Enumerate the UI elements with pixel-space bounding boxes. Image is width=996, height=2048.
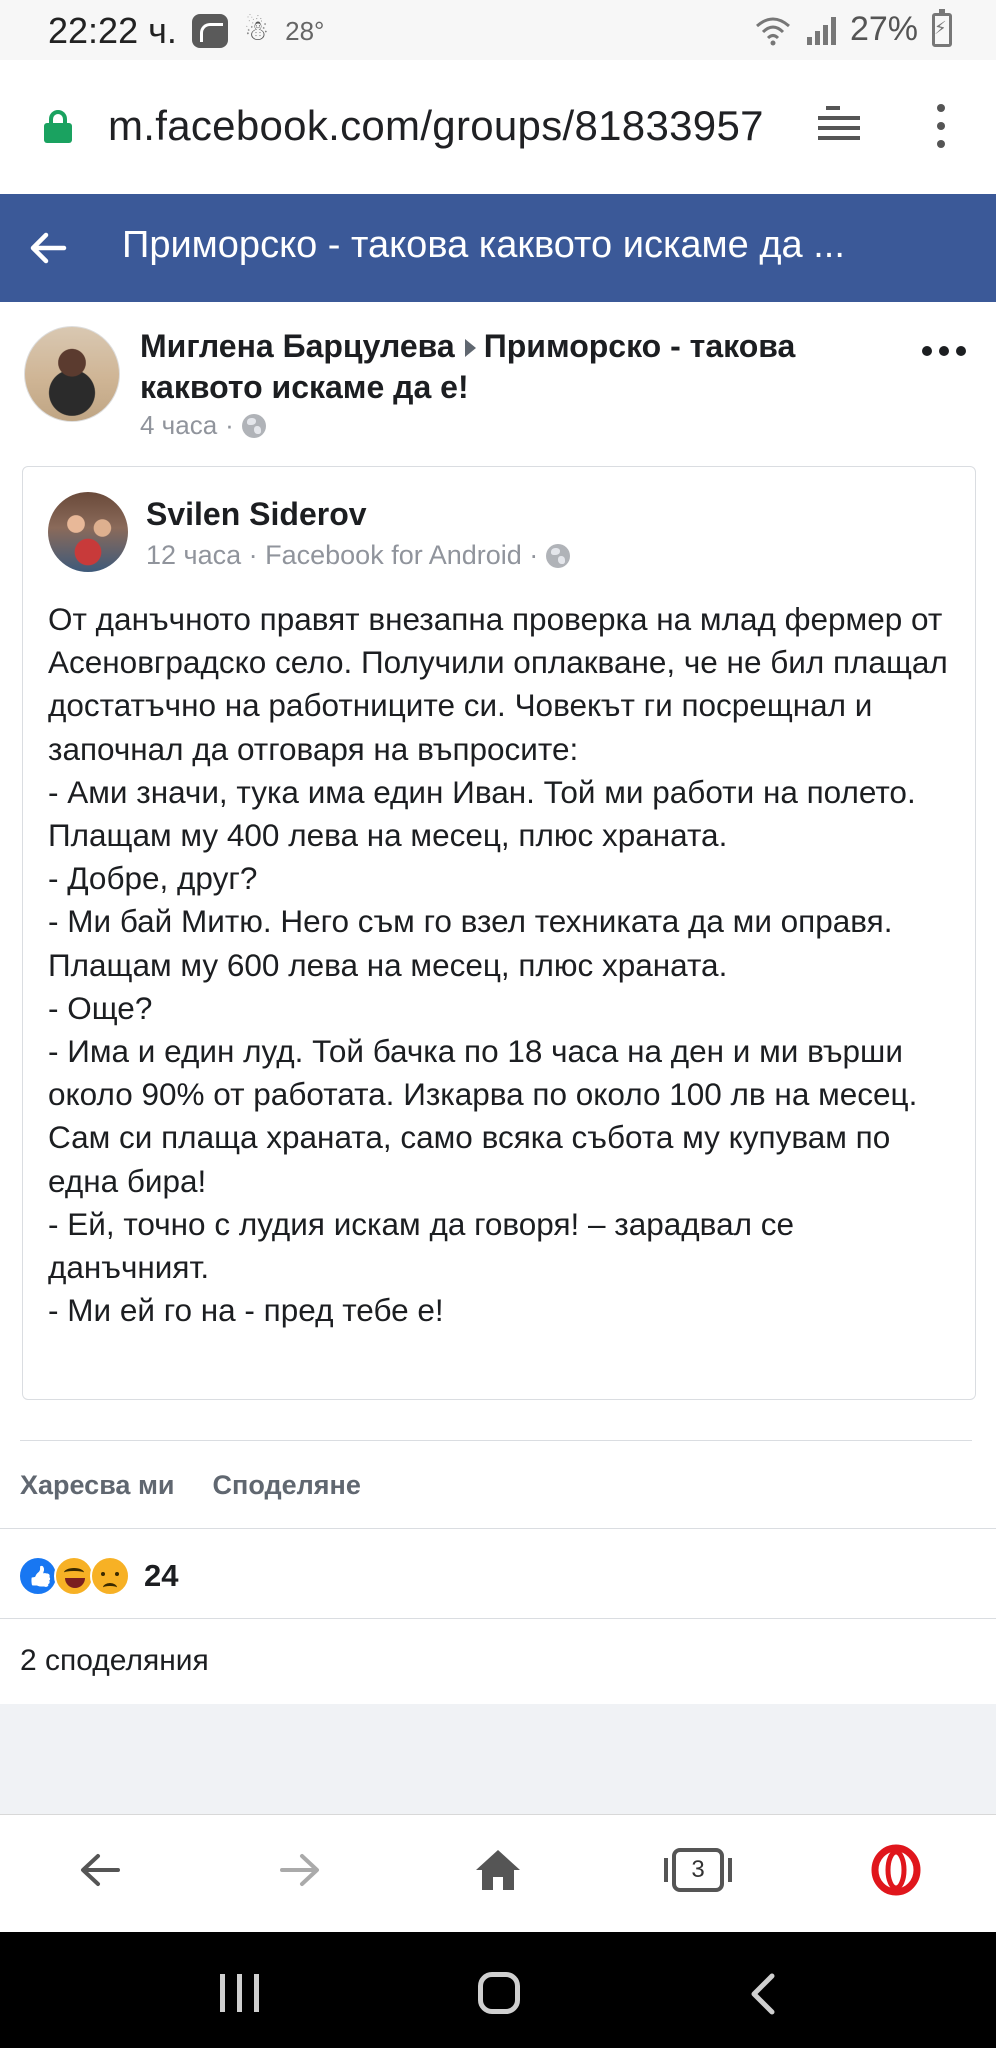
divider <box>0 1528 996 1529</box>
tabs-icon: 3 <box>664 1848 732 1892</box>
arrow-left-icon <box>81 1854 120 1886</box>
group-header: Приморско - такова каквото искаме да ... <box>0 194 996 302</box>
app-notification-icon <box>192 14 228 48</box>
browser-home-button[interactable] <box>458 1835 538 1905</box>
share-button[interactable]: Споделяне <box>213 1470 361 1501</box>
browser-forward-button[interactable] <box>260 1835 340 1905</box>
browser-menu-icon[interactable] <box>936 104 946 148</box>
recents-icon[interactable] <box>220 1974 262 2012</box>
like-icon <box>18 1556 58 1596</box>
reader-mode-icon[interactable] <box>818 104 860 144</box>
tab-count: 3 <box>691 1856 705 1883</box>
reactions-summary[interactable]: 24 <box>18 1556 178 1596</box>
weather-icon: ☃ <box>244 15 270 46</box>
browser-url-bar: m.facebook.com/groups/81833957 <box>0 60 996 194</box>
status-temperature: 28° <box>285 16 325 46</box>
shared-author-avatar[interactable] <box>48 492 128 572</box>
haha-icon <box>54 1556 94 1596</box>
author-avatar[interactable] <box>24 326 120 422</box>
meta-separator: · <box>225 410 234 440</box>
shared-author-name[interactable]: Svilen Siderov <box>146 496 367 533</box>
author-name[interactable]: Миглена Барцулева <box>140 328 455 364</box>
shares-count[interactable]: 2 споделяния <box>20 1644 209 1678</box>
url-field[interactable]: m.facebook.com/groups/81833957 <box>108 102 764 150</box>
battery-icon <box>932 8 952 47</box>
android-navigation-bar <box>0 1932 996 2048</box>
opera-menu-button[interactable] <box>856 1835 936 1905</box>
post-meta: 4 часа · <box>140 410 266 441</box>
android-back-icon[interactable] <box>744 1972 784 2016</box>
browser-back-button[interactable] <box>60 1835 140 1905</box>
opera-logo-icon <box>871 1844 921 1896</box>
browser-toolbar: 3 <box>0 1814 996 1932</box>
like-button[interactable]: Харесва ми <box>20 1470 175 1501</box>
globe-icon <box>241 413 266 438</box>
globe-icon <box>546 543 571 568</box>
caret-right-icon <box>464 338 476 357</box>
status-time: 22:22 ч. <box>48 10 177 51</box>
status-right-icons: 27% <box>753 8 952 49</box>
header-title: Приморско - такова каквото искаме да ... <box>122 224 845 266</box>
signal-icon <box>806 15 836 45</box>
back-arrow-icon[interactable] <box>28 228 68 268</box>
shared-post-text: От данъчното правят внезапна проверка на… <box>48 601 948 1329</box>
status-left-icons: ☃ 28° <box>192 14 324 48</box>
post-author-line: Миглена Барцулева Приморско - такова какв… <box>140 326 900 408</box>
divider <box>20 1440 972 1441</box>
android-home-icon[interactable] <box>478 1972 520 2014</box>
page-background <box>0 1704 996 1814</box>
status-bar: 22:22 ч. ☃ 28° 27% <box>0 0 996 60</box>
shared-meta-text: 12 часа · Facebook for Android · <box>146 540 539 570</box>
lock-icon[interactable] <box>44 110 72 143</box>
post-time[interactable]: 4 часа <box>140 410 217 441</box>
reaction-count: 24 <box>144 1558 179 1593</box>
shared-post-meta: 12 часа · Facebook for Android · <box>146 540 571 571</box>
home-icon <box>476 1850 520 1890</box>
wifi-icon <box>755 17 790 45</box>
sad-icon <box>90 1556 130 1596</box>
more-options-icon[interactable] <box>922 346 966 358</box>
battery-percent: 27% <box>849 10 918 48</box>
arrow-right-icon <box>280 1854 319 1886</box>
divider <box>0 1618 996 1619</box>
browser-tabs-button[interactable]: 3 <box>658 1835 738 1905</box>
post-actions: Харесва ми Споделяне <box>20 1470 361 1501</box>
